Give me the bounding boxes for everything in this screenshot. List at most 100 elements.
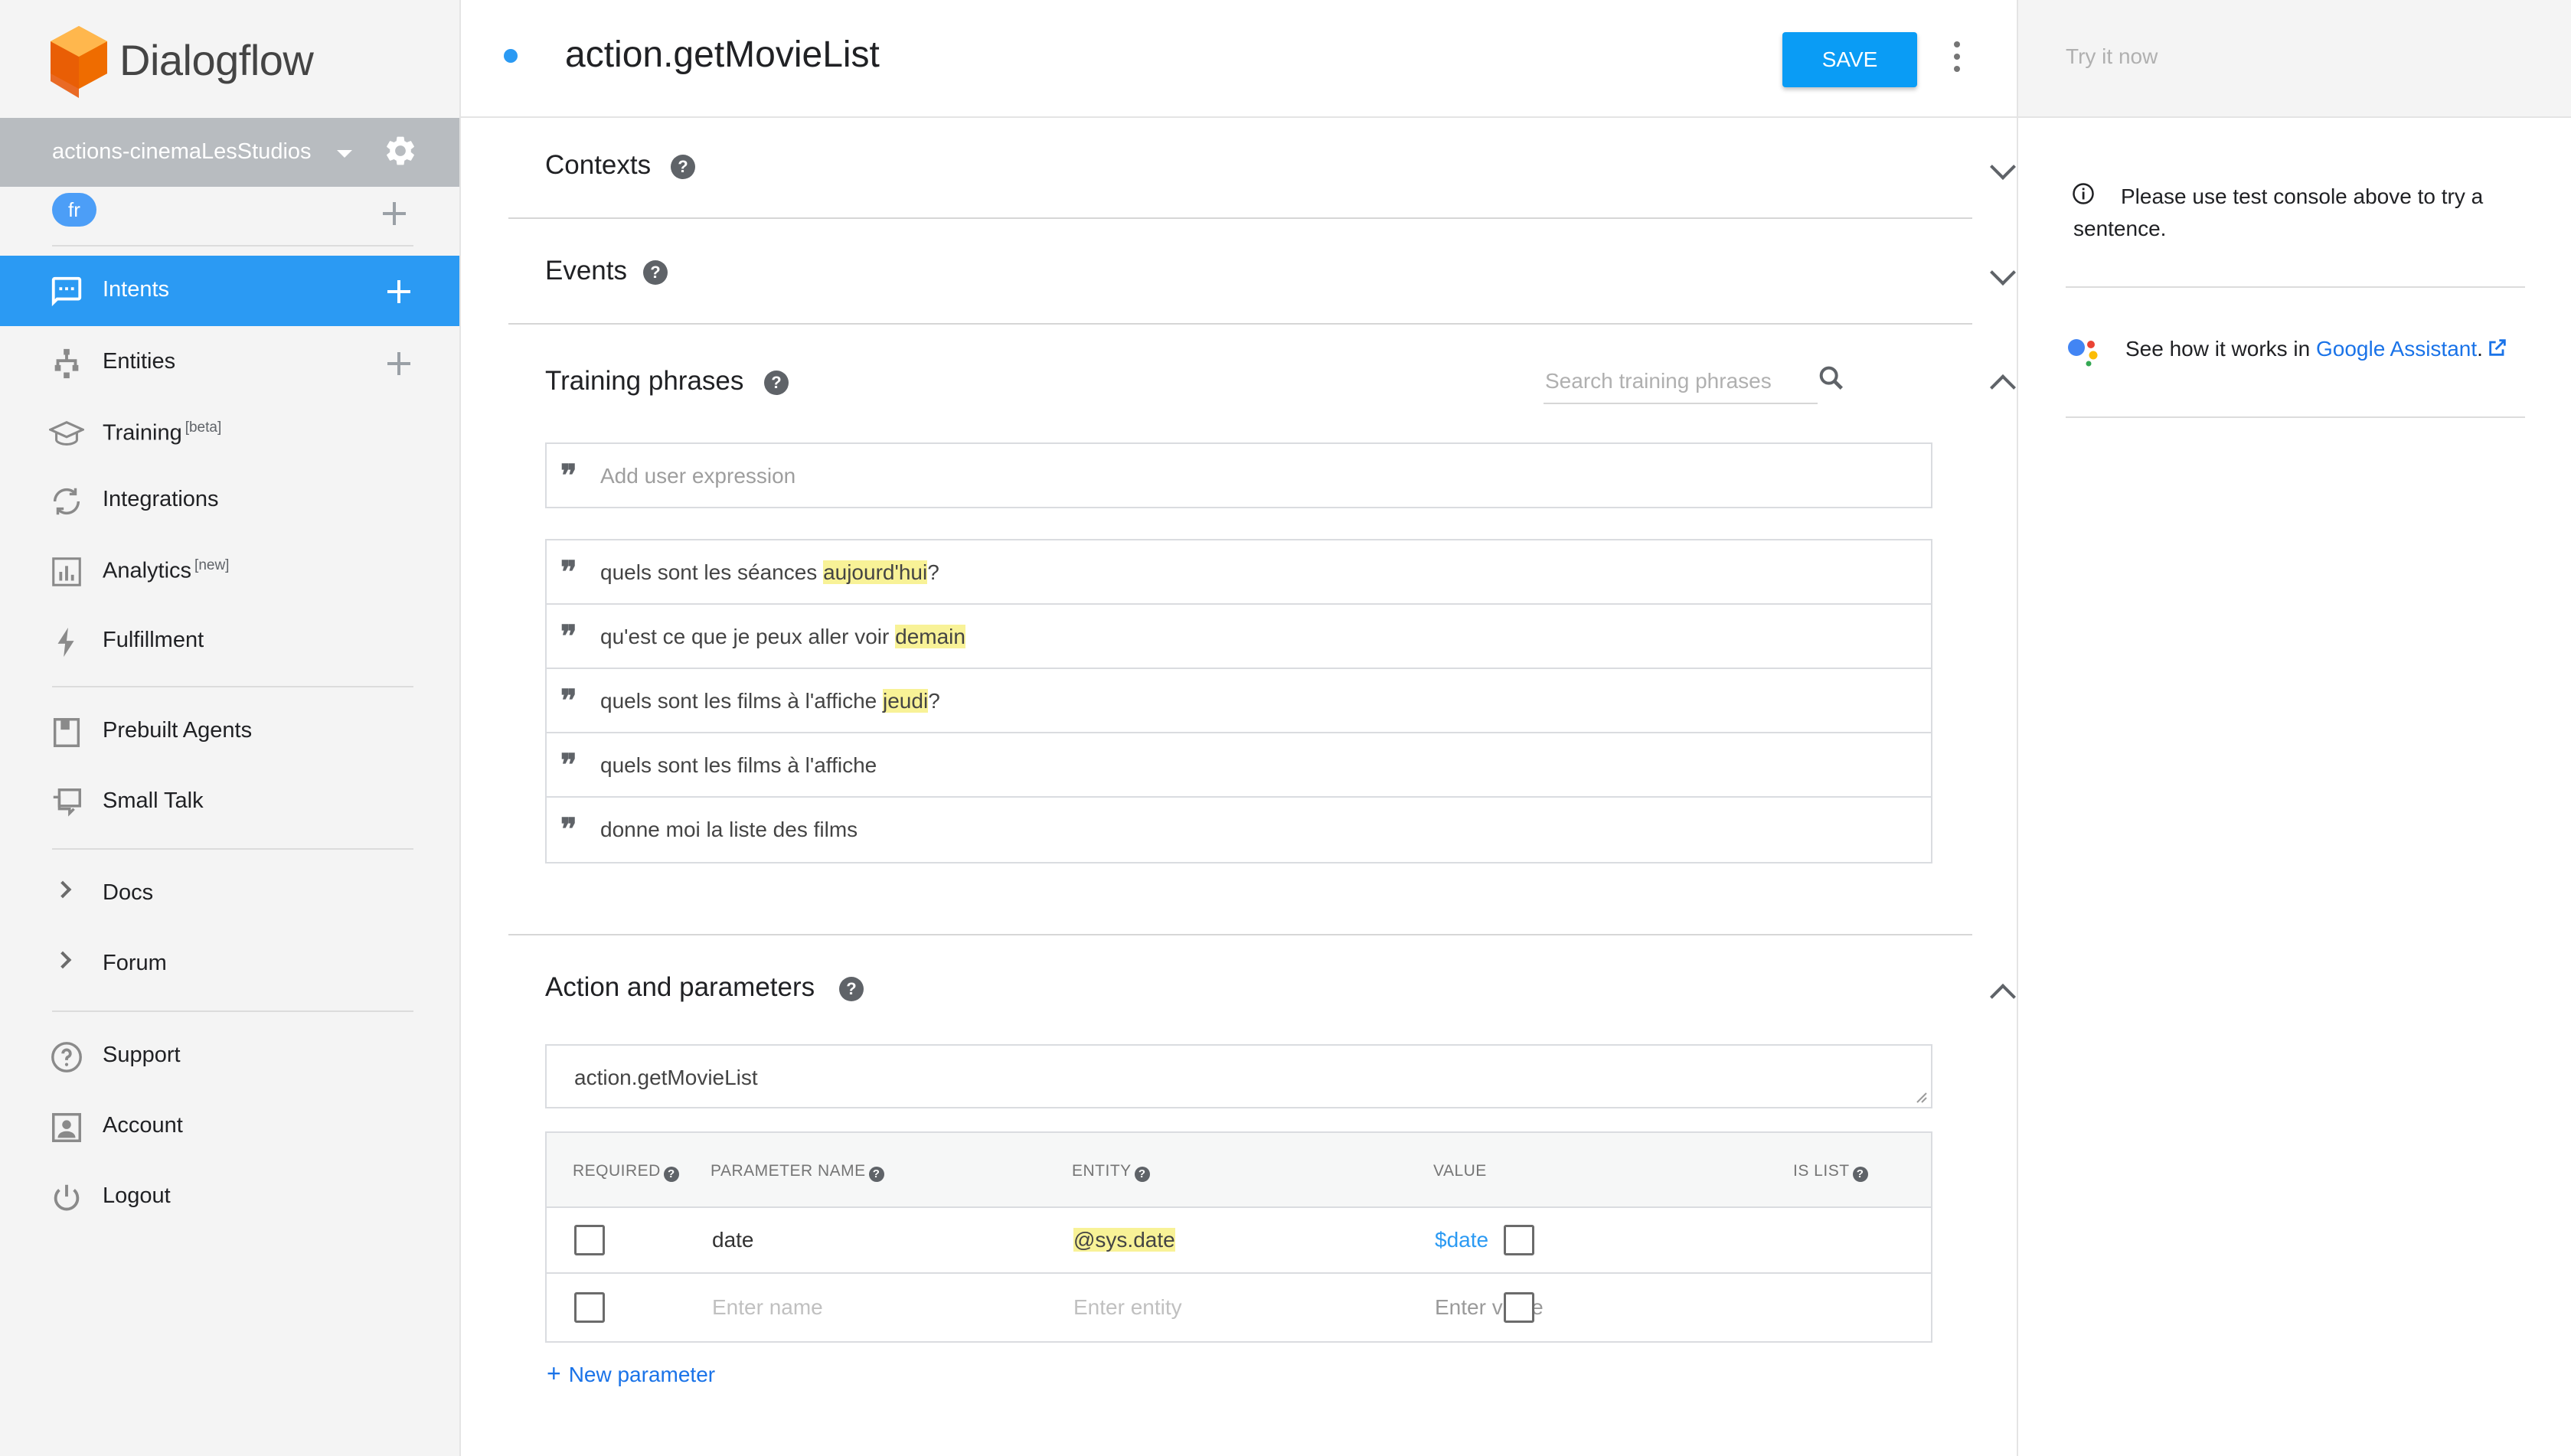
- quote-icon: ❞: [560, 747, 577, 783]
- parameter-entity-input[interactable]: Enter entity: [1073, 1295, 1182, 1320]
- chevron-up-icon[interactable]: [1990, 374, 2016, 400]
- hierarchy-icon: [54, 348, 79, 379]
- phrase-text[interactable]: qu'est ce que je peux aller voir demain: [600, 625, 965, 649]
- logo-row: Dialogflow: [0, 0, 459, 118]
- divider: [52, 686, 413, 687]
- phrase-text[interactable]: quels sont les séances aujourd'hui?: [600, 560, 939, 585]
- chevron-down-icon[interactable]: [1990, 260, 2016, 286]
- new-badge: [new]: [194, 557, 230, 573]
- parameter-name-input[interactable]: Enter name: [712, 1295, 823, 1320]
- sidebar-item-account[interactable]: Account: [0, 1092, 459, 1162]
- add-language-icon[interactable]: [383, 202, 406, 225]
- sidebar-item-label: Support: [103, 1043, 181, 1067]
- resize-handle-icon[interactable]: [1913, 1089, 1928, 1104]
- help-icon[interactable]: ?: [839, 977, 864, 1001]
- sidebar-item-label: Integrations: [103, 487, 219, 511]
- sidebar-item-prebuilt-agents[interactable]: Prebuilt Agents: [0, 697, 459, 767]
- language-badge[interactable]: fr: [52, 193, 96, 227]
- annotated-entity[interactable]: aujourd'hui: [823, 560, 928, 584]
- quote-icon: ❞: [560, 619, 577, 655]
- external-link-icon[interactable]: [2487, 337, 2508, 358]
- intent-name[interactable]: action.getMovieList: [565, 34, 880, 76]
- contexts-title[interactable]: Contexts: [545, 150, 651, 181]
- divider: [52, 848, 413, 850]
- action-parameters-title[interactable]: Action and parameters: [545, 972, 815, 1003]
- sidebar-item-fulfillment[interactable]: Fulfillment: [0, 606, 459, 677]
- training-phrase-row[interactable]: ❞ quels sont les séances aujourd'hui?: [547, 540, 1931, 605]
- help-icon[interactable]: ?: [671, 155, 695, 179]
- caret-down-icon[interactable]: [337, 150, 352, 158]
- training-phrase-row[interactable]: ❞ quels sont les films à l'affiche jeudi…: [547, 669, 1931, 733]
- account-icon: [52, 1113, 81, 1142]
- action-name-field[interactable]: action.getMovieList: [545, 1044, 1932, 1108]
- help-icon[interactable]: ?: [1134, 1167, 1150, 1182]
- sidebar-item-intents[interactable]: Intents: [0, 256, 459, 326]
- sidebar-item-forum[interactable]: Forum: [0, 929, 459, 1000]
- required-checkbox[interactable]: [574, 1225, 605, 1255]
- help-icon[interactable]: ?: [764, 371, 789, 395]
- required-checkbox[interactable]: [574, 1292, 605, 1323]
- annotated-entity[interactable]: demain: [895, 625, 965, 648]
- is-list-checkbox[interactable]: [1504, 1292, 1534, 1323]
- help-icon[interactable]: ?: [643, 260, 668, 285]
- status-dot: [504, 49, 518, 63]
- plus-icon: +: [547, 1360, 561, 1387]
- book-icon: [53, 718, 80, 747]
- add-user-expression-input[interactable]: ❞ Add user expression: [545, 442, 1932, 508]
- sidebar-item-docs[interactable]: Docs: [0, 859, 459, 929]
- sidebar-item-entities[interactable]: Entities: [0, 328, 459, 398]
- sidebar-item-training[interactable]: Training [beta]: [0, 398, 459, 468]
- add-entity-icon[interactable]: [387, 352, 410, 375]
- help-icon[interactable]: ?: [868, 1167, 884, 1182]
- google-assistant-line: See how it works in Google Assistant.: [2125, 337, 2483, 361]
- parameter-entity[interactable]: @sys.date: [1073, 1228, 1175, 1252]
- phrase-text[interactable]: donne moi la liste des films: [600, 818, 858, 842]
- search-icon[interactable]: [1816, 363, 1847, 393]
- sidebar-item-label: Prebuilt Agents: [103, 718, 253, 743]
- graduation-cap-icon: [49, 420, 84, 446]
- gear-icon[interactable]: [383, 133, 418, 168]
- chevron-down-icon[interactable]: [1990, 154, 2016, 180]
- help-icon[interactable]: ?: [663, 1167, 679, 1182]
- new-parameter-link[interactable]: + New parameter: [547, 1360, 715, 1388]
- divider: [52, 245, 413, 246]
- phrase-text[interactable]: quels sont les films à l'affiche: [600, 753, 877, 778]
- training-phrase-row[interactable]: ❞ qu'est ce que je peux aller voir demai…: [547, 605, 1931, 669]
- events-title[interactable]: Events: [545, 256, 627, 286]
- parameters-table-header: REQUIRED? PARAMETER NAME? ENTITY? VALUE …: [547, 1133, 1931, 1208]
- parameter-value[interactable]: $date: [1435, 1228, 1488, 1252]
- save-button[interactable]: SAVE: [1782, 32, 1917, 87]
- try-it-now-input[interactable]: Try it now: [2018, 0, 2571, 118]
- more-vert-icon[interactable]: [1949, 41, 1965, 75]
- training-phrase-row[interactable]: ❞ quels sont les films à l'affiche: [547, 733, 1931, 798]
- search-training-phrases-input[interactable]: Search training phrases: [1544, 358, 1818, 404]
- help-icon[interactable]: ?: [1852, 1167, 1868, 1182]
- google-assistant-link[interactable]: Google Assistant: [2316, 337, 2477, 361]
- intent-header: action.getMovieList SAVE: [461, 0, 2017, 118]
- training-label: Training: [103, 420, 182, 446]
- main-panel: action.getMovieList SAVE Contexts ? Even…: [461, 0, 2017, 1456]
- sidebar-item-small-talk[interactable]: Small Talk: [0, 767, 459, 837]
- divider: [2066, 416, 2525, 418]
- sidebar-item-integrations[interactable]: Integrations: [0, 465, 459, 536]
- column-is-list: IS LIST?: [1793, 1162, 1868, 1182]
- parameters-table: REQUIRED? PARAMETER NAME? ENTITY? VALUE …: [545, 1131, 1932, 1343]
- sidebar-item-logout[interactable]: Logout: [0, 1162, 459, 1232]
- phrase-text[interactable]: quels sont les films à l'affiche jeudi?: [600, 689, 940, 713]
- training-phrases-title[interactable]: Training phrases: [545, 366, 743, 397]
- dialogflow-logo-icon[interactable]: [51, 26, 107, 98]
- sidebar-item-analytics[interactable]: Analytics [new]: [0, 536, 459, 606]
- training-phrase-row[interactable]: ❞ donne moi la liste des films: [547, 798, 1931, 862]
- add-intent-icon[interactable]: [387, 280, 410, 303]
- analytics-label: Analytics: [103, 558, 192, 583]
- sidebar-item-support[interactable]: Support: [0, 1021, 459, 1092]
- divider: [508, 217, 1972, 219]
- chevron-up-icon[interactable]: [1990, 984, 2016, 1010]
- sidebar-item-label: Entities: [103, 349, 176, 374]
- agent-name[interactable]: actions-cinemaLesStudios: [52, 139, 312, 165]
- parameter-name[interactable]: date: [712, 1228, 754, 1252]
- annotated-entity[interactable]: jeudi: [883, 689, 929, 713]
- logo-text[interactable]: Dialogflow: [119, 35, 314, 85]
- is-list-checkbox[interactable]: [1504, 1225, 1534, 1255]
- chevron-right-icon: [54, 951, 72, 969]
